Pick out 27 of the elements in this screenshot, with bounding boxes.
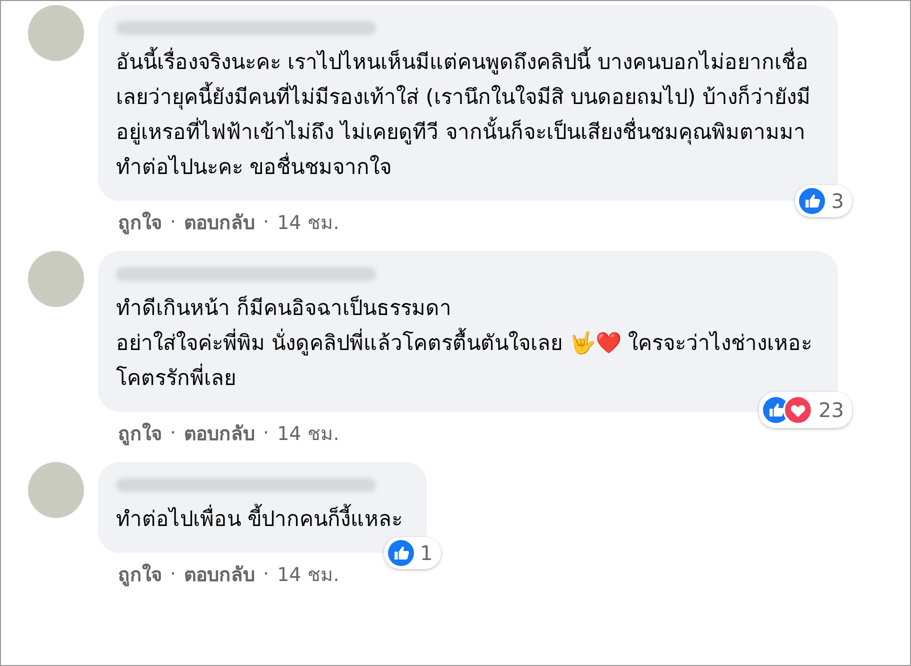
comment-text: ทำดีเกินหน้า ก็มีคนอิจฉาเป็นธรรมดา	[116, 294, 453, 322]
comment-text: อันนี้เรื่องจริงนะคะ เราไปไหนเห็นมีแต่คนพูดถึงคลิปนี้ บางคนบอกไม่อยากเชื่อเลยว่ายุคนี้ยังมีคนที่ไม่มีรองเท้าใส่ (เรานึกในใจมีสิ บนดอยถมไป) บ้างก็ว่ายังมีอยู่เหรอที่ไฟฟ้าเข้าไม่ถึง ไม่เคยดูทีวี จากนั้นก็จะเป็นเสียงชื่นชมคุณพิมตามมา ทำต่อไปนะคะ ขอชื่นชมจากใจ	[116, 45, 814, 185]
separator-dot: ·	[170, 563, 176, 585]
reaction-badge[interactable]: 1	[384, 537, 441, 569]
reaction-count: 3	[831, 189, 844, 213]
comment-text: ทำต่อไปเพื่อน ขี้ปากคนก็งี้แหละ	[116, 502, 403, 537]
separator-dot: ·	[263, 422, 270, 444]
comment-action-link[interactable]: ถูกใจ	[118, 559, 162, 589]
comment-action-link[interactable]: ถูกใจ	[118, 418, 162, 448]
comment-time[interactable]: 14 ชม.	[277, 418, 340, 448]
reaction-count: 1	[420, 541, 433, 565]
thumbs-up-icon	[388, 540, 414, 566]
comment-action-link[interactable]: ตอบกลับ	[184, 207, 256, 237]
comment-action-link[interactable]: ตอบกลับ	[184, 418, 256, 448]
separator-dot: ·	[170, 422, 176, 444]
reaction-badge[interactable]: 3	[795, 185, 852, 217]
comment-time[interactable]: 14 ชม.	[277, 559, 340, 589]
separator-dot: ·	[263, 563, 270, 585]
comment-action-link[interactable]: ตอบกลับ	[184, 559, 256, 589]
reaction-count: 23	[818, 398, 844, 422]
separator-dot: ·	[170, 211, 176, 233]
comment-time[interactable]: 14 ชม.	[277, 207, 340, 237]
reaction-badge[interactable]: 23	[758, 392, 852, 428]
heart-icon	[782, 395, 813, 425]
separator-dot: ·	[263, 211, 270, 233]
comment-action-link[interactable]: ถูกใจ	[118, 207, 162, 237]
thumbs-up-icon	[799, 188, 826, 214]
